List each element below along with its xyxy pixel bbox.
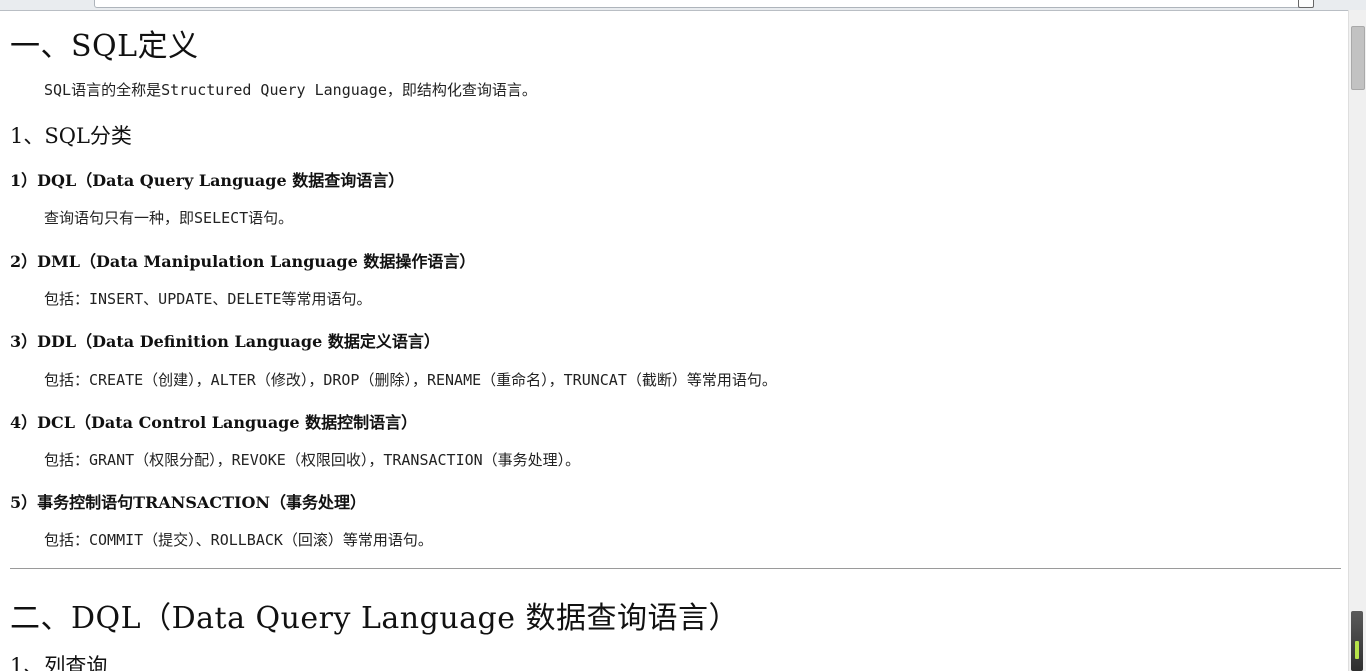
grip-icon <box>1355 641 1359 659</box>
dml-paragraph: 包括：INSERT、UPDATE、DELETE等常用语句。 <box>44 290 372 308</box>
address-bar[interactable] <box>94 0 1302 8</box>
sql-definition-paragraph: SQL语言的全称是Structured Query Language，即结构化查… <box>44 81 537 99</box>
scroll-handle-widget[interactable] <box>1351 611 1363 671</box>
page-content: 一、SQL定义 SQL语言的全称是Structured Query Langua… <box>0 10 1349 671</box>
ddl-paragraph: 包括：CREATE（创建），ALTER（修改），DROP（删除），RENAME（… <box>44 371 777 389</box>
section-heading-dql: 二、DQL（Data Query Language 数据查询语言） <box>10 601 740 636</box>
dcl-paragraph: 包括：GRANT（权限分配），REVOKE（权限回收），TRANSACTION（… <box>44 451 581 469</box>
heading-transaction: 5）事务控制语句TRANSACTION（事务处理） <box>10 493 367 512</box>
section-divider <box>10 568 1341 569</box>
dql-paragraph: 查询语句只有一种，即SELECT语句。 <box>44 209 294 227</box>
scrollbar-thumb[interactable] <box>1351 26 1365 90</box>
transaction-paragraph: 包括：COMMIT（提交）、ROLLBACK（回滚）等常用语句。 <box>44 531 433 549</box>
heading-ddl: 3）DDL（Data Definition Language 数据定义语言） <box>10 332 440 351</box>
vertical-scrollbar[interactable] <box>1348 10 1366 671</box>
subheading-sql-classification: 1、SQL分类 <box>10 124 132 148</box>
heading-dql: 1）DQL（Data Query Language 数据查询语言） <box>10 171 405 190</box>
heading-dml: 2）DML（Data Manipulation Language 数据操作语言） <box>10 252 476 271</box>
section-heading-sql-definition: 一、SQL定义 <box>10 29 199 64</box>
heading-dcl: 4）DCL（Data Control Language 数据控制语言） <box>10 413 418 432</box>
browser-extension-icon[interactable] <box>1298 0 1314 8</box>
subheading-column-query: 1、列查询 <box>10 654 108 671</box>
